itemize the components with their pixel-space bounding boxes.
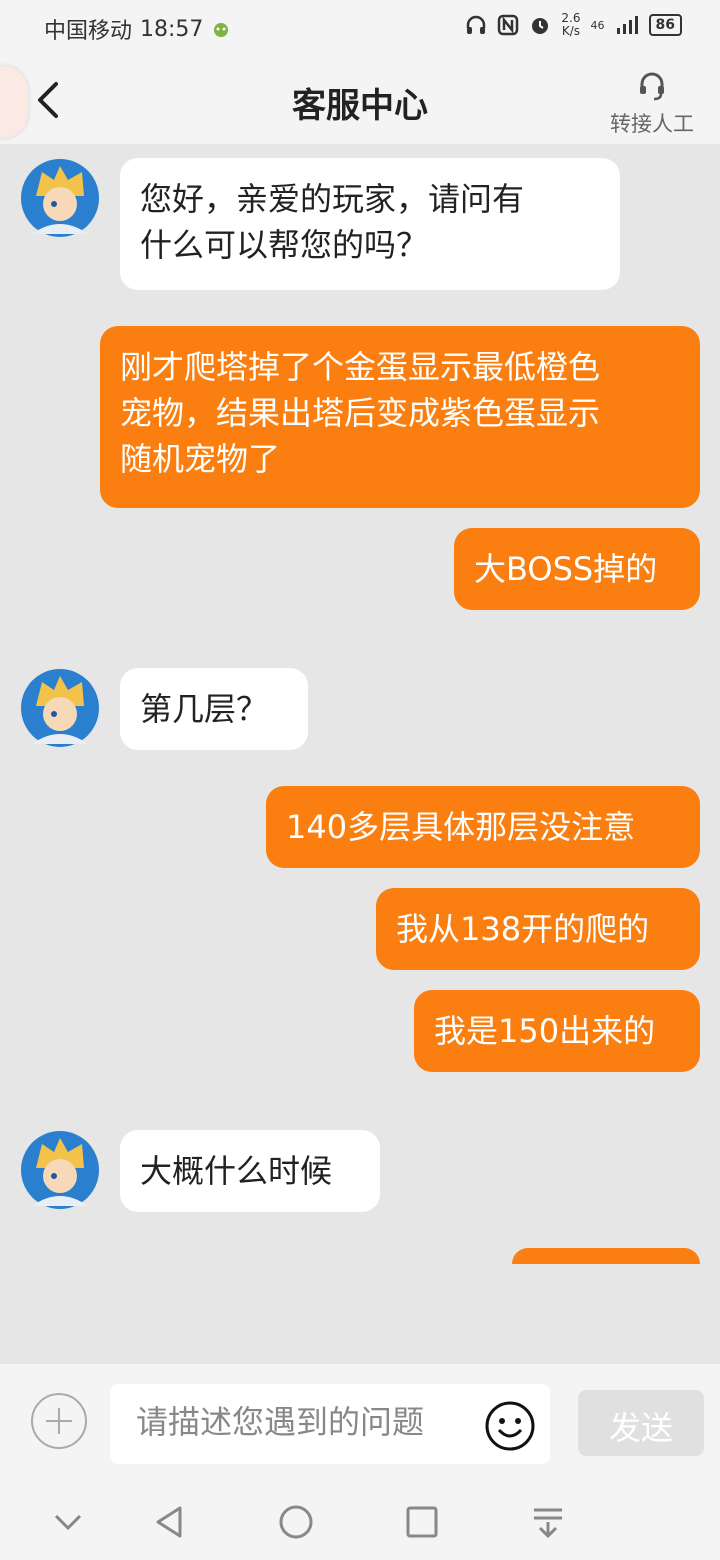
message-bubble-user: 我从138开的爬的 xyxy=(376,888,700,970)
status-bar: 中国移动 18:57 2.6 K/s 46 86 xyxy=(0,0,720,56)
battery-indicator: 86 xyxy=(648,14,682,36)
nfc-icon xyxy=(498,14,519,36)
agent-avatar xyxy=(21,669,99,747)
signal-type-label: 46 xyxy=(590,18,605,32)
plus-circle-icon[interactable] xyxy=(30,1392,88,1450)
header: 客服中心 转接人工 xyxy=(0,56,720,144)
net-speed: 2.6 K/s xyxy=(561,12,580,38)
carrier-label: 中国移动 xyxy=(44,19,133,44)
chat-area[interactable]: 您好，亲爱的玩家，请问有 什么可以帮您的吗？ 刚才爬塔掉了个金蛋显示最低橙色 宠… xyxy=(0,144,720,1364)
message-bubble-agent: 您好，亲爱的玩家，请问有 什么可以帮您的吗？ xyxy=(120,158,620,290)
agent-avatar xyxy=(21,1131,99,1209)
message-bubble-user: 大BOSS掉的 xyxy=(454,528,700,610)
recents-square-icon[interactable] xyxy=(402,1502,442,1542)
system-nav-bar xyxy=(0,1480,720,1560)
message-bubble-agent: 大概什么时候 xyxy=(120,1130,380,1212)
back-triangle-icon[interactable] xyxy=(150,1502,190,1542)
alarm-icon xyxy=(532,18,549,34)
message-bubble-user-partial xyxy=(512,1248,700,1264)
android-icon xyxy=(214,23,229,37)
transfer-to-human-button[interactable]: 转接人工 xyxy=(606,70,698,138)
home-circle-icon[interactable] xyxy=(276,1502,316,1542)
net-speed-unit: K/s xyxy=(561,24,581,38)
message-input[interactable] xyxy=(134,1402,468,1442)
status-time: 18:57 xyxy=(140,16,204,42)
agent-avatar xyxy=(21,159,99,237)
transfer-label: 转接人工 xyxy=(610,112,694,136)
message-bubble-user: 我是150出来的 xyxy=(414,990,700,1072)
chevron-down-icon[interactable] xyxy=(48,1502,88,1542)
headphone-icon xyxy=(467,15,486,34)
message-bubble-user: 刚才爬塔掉了个金蛋显示最低橙色 宠物，结果出塔后变成紫色蛋显示 随机宠物了 xyxy=(100,326,700,508)
status-left: 中国移动 18:57 xyxy=(44,13,231,45)
headset-icon xyxy=(640,72,664,101)
send-button[interactable]: 发送 xyxy=(578,1390,704,1456)
message-input-container[interactable] xyxy=(110,1384,550,1464)
notification-pull-icon[interactable] xyxy=(528,1502,568,1542)
smiley-icon[interactable] xyxy=(484,1400,536,1452)
message-bubble-agent: 第几层？ xyxy=(120,668,308,750)
signal-icon xyxy=(616,16,638,34)
status-right: 2.6 K/s 46 86 xyxy=(465,12,682,38)
input-bar: 发送 xyxy=(0,1364,720,1480)
message-bubble-user: 140多层具体那层没注意 xyxy=(266,786,700,868)
